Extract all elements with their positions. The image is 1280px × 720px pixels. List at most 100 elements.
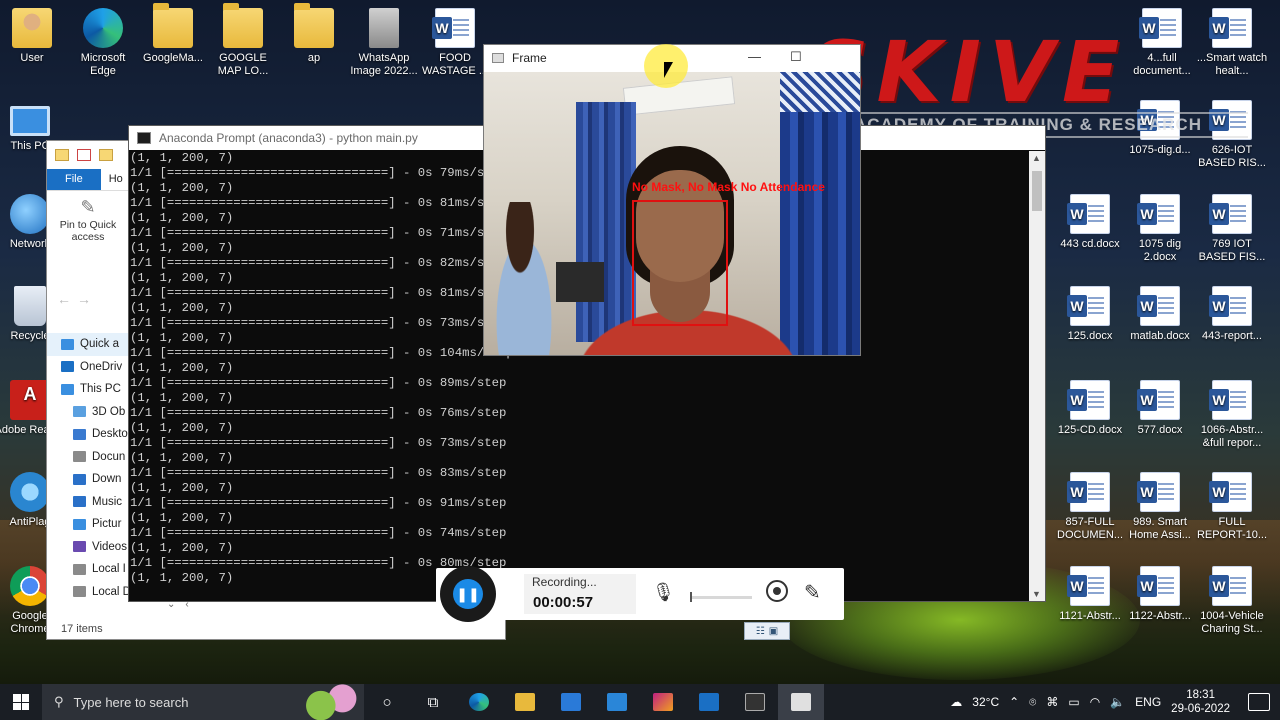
notification-center-icon[interactable] <box>1248 693 1270 711</box>
word-doc-icon <box>1067 566 1110 606</box>
sidebar-item-icon <box>73 496 86 508</box>
camera-tray-icon[interactable]: ⌾ <box>1029 695 1036 710</box>
sidebar-item-label: Videos <box>92 540 127 553</box>
sidebar-item-label: OneDriv <box>80 360 123 373</box>
frame-window[interactable]: Frame — ☐ No Mask, No Mask No Attendance <box>483 44 861 356</box>
nav-arrows[interactable]: ←→ <box>57 291 97 307</box>
desktop-icon-label: WhatsApp Image 2022... <box>350 52 418 77</box>
sidebar-item-label: Pictur <box>92 518 122 531</box>
sidebar-item-icon <box>61 383 74 395</box>
desktop-icon[interactable]: WhatsApp Image 2022... <box>348 8 420 78</box>
view-toggle-buttons[interactable]: ☷ ▣ <box>744 622 790 640</box>
console-scrollbar[interactable]: ▲ ▼ <box>1029 151 1045 601</box>
properties-icon[interactable] <box>77 149 91 161</box>
console-line: (1, 1, 200, 7) <box>130 361 234 375</box>
file-explorer-taskbar-icon[interactable] <box>502 684 548 720</box>
terminal-icon <box>137 132 151 144</box>
desktop-icon[interactable]: 769 IOT BASED FIS... <box>1196 194 1268 264</box>
desktop-icon-label: FULL REPORT-10... <box>1196 516 1268 541</box>
desktop-icon[interactable]: 1121-Abstr... <box>1054 566 1126 623</box>
weather-icon[interactable]: ☁ <box>950 695 962 709</box>
volume-slider-knob[interactable] <box>690 592 692 602</box>
desktop-icon[interactable]: FOOD WASTAGE ... <box>419 8 491 78</box>
console-line: 1/1 [==============================] - 0… <box>130 436 507 450</box>
desktop-icon-label: 443-report... <box>1202 330 1262 342</box>
desktop-icon[interactable]: 577.docx <box>1124 380 1196 437</box>
desktop-icon[interactable]: 1122-Abstr... <box>1124 566 1196 623</box>
mail-taskbar-icon[interactable] <box>594 684 640 720</box>
clock-time: 18:31 <box>1186 689 1215 701</box>
folder-icon <box>223 3 263 48</box>
desktop-icon[interactable]: 989. Smart Home Assi... <box>1124 472 1196 542</box>
maximize-button[interactable]: ☐ <box>790 49 802 65</box>
minimize-button[interactable]: — <box>748 49 761 64</box>
desktop-icon[interactable]: 1066-Abstr... &full repor... <box>1196 380 1268 450</box>
sidebar-item-label: Quick a <box>80 338 119 351</box>
microphone-muted-icon[interactable]: 🎙 <box>652 582 675 603</box>
recording-status: Recording... <box>532 575 597 589</box>
word-doc-icon <box>1067 472 1110 512</box>
pin-to-quick-access-button[interactable]: ✎ Pin to Quick access <box>53 198 123 243</box>
desktop-icon[interactable]: FULL REPORT-10... <box>1196 472 1268 542</box>
volume-icon[interactable]: 🔈 <box>1110 695 1125 709</box>
desktop-icon[interactable]: 1004-Vehicle Charing St... <box>1196 566 1268 636</box>
details-view-icon[interactable]: ☷ <box>756 626 765 637</box>
tab-file[interactable]: File <box>47 169 101 190</box>
desktop-icon[interactable]: 1075 dig 2.docx <box>1124 194 1196 264</box>
frame-taskbar-icon[interactable] <box>778 684 824 720</box>
pen-draw-icon[interactable]: ✎ <box>804 580 821 605</box>
sidebar-item-icon <box>73 541 86 553</box>
clock[interactable]: 18:31 29-06-2022 <box>1171 688 1230 716</box>
scroll-up-icon[interactable]: ▲ <box>1032 153 1041 163</box>
word-doc-icon <box>1137 286 1180 326</box>
desktop-icon[interactable]: User <box>0 8 68 65</box>
desktop-icon-label: ap <box>307 52 321 64</box>
volume-slider[interactable] <box>690 592 752 602</box>
desktop-icon[interactable]: GoogleMa... <box>137 3 209 65</box>
windows-logo-icon <box>13 694 29 710</box>
desktop-icon[interactable]: 443-report... <box>1196 286 1268 343</box>
language-indicator[interactable]: ENG <box>1135 695 1161 709</box>
desktop-icon[interactable]: Microsoft Edge <box>67 8 139 78</box>
task-view-icon[interactable]: ⧉ <box>410 684 456 720</box>
wifi-icon[interactable]: ◠ <box>1090 695 1100 709</box>
start-button[interactable] <box>0 684 42 720</box>
webcam-icon[interactable] <box>766 580 788 602</box>
taskbar-search-box[interactable]: ⚲ Type here to search <box>42 684 364 720</box>
sidebar-item-icon <box>73 518 86 530</box>
desktop-icon[interactable]: 857-FULL DOCUMEN... <box>1054 472 1126 542</box>
sidebar-item-label: Deskto <box>92 428 128 441</box>
search-icon: ⚲ <box>54 694 64 709</box>
scroll-down-icon[interactable]: ▼ <box>1032 589 1041 599</box>
store-taskbar-icon[interactable] <box>548 684 594 720</box>
status-bar-items: 17 items <box>61 623 103 635</box>
new-folder-icon[interactable] <box>99 149 113 161</box>
tab-home[interactable]: Ho <box>101 169 131 190</box>
this-pc-icon <box>10 106 50 136</box>
edge-taskbar-icon[interactable] <box>456 684 502 720</box>
desktop-icon[interactable]: ap <box>278 3 350 65</box>
desktop-icon[interactable]: 443 cd.docx <box>1054 194 1126 251</box>
desktop-icon[interactable]: matlab.docx <box>1124 286 1196 343</box>
desktop-icon-label: 626-IOT BASED RIS... <box>1198 144 1266 169</box>
weather-temp[interactable]: 32°C <box>972 695 999 709</box>
battery-icon[interactable]: ▭ <box>1068 695 1079 709</box>
desktop-icon[interactable]: 125-CD.docx <box>1054 380 1126 437</box>
photo-app-taskbar-icon[interactable] <box>640 684 686 720</box>
desktop-icon[interactable]: GOOGLE MAP LO... <box>207 3 279 78</box>
antiplag-icon <box>10 472 50 512</box>
pause-recording-button[interactable]: ❚❚ <box>440 566 496 622</box>
cortana-icon[interactable]: ○ <box>364 684 410 720</box>
chevron-up-icon[interactable]: ⌃ <box>1009 695 1019 709</box>
recording-toolbar: ❚❚ Recording... 00:00:57 🎙 ✎ <box>436 566 844 622</box>
network-tray-icon[interactable]: ⌘ <box>1046 695 1058 709</box>
large-icons-view-icon[interactable]: ▣ <box>769 626 778 637</box>
vscode-taskbar-icon[interactable] <box>686 684 732 720</box>
word-doc-icon <box>1067 194 1110 234</box>
desktop-icon[interactable]: 125.docx <box>1054 286 1126 343</box>
terminal-taskbar-icon[interactable] <box>732 684 778 720</box>
sidebar-item-icon <box>73 451 86 463</box>
word-doc-icon <box>1137 380 1180 420</box>
desktop-icon-label: 1004-Vehicle Charing St... <box>1200 610 1264 635</box>
scroll-thumb[interactable] <box>1032 171 1042 211</box>
